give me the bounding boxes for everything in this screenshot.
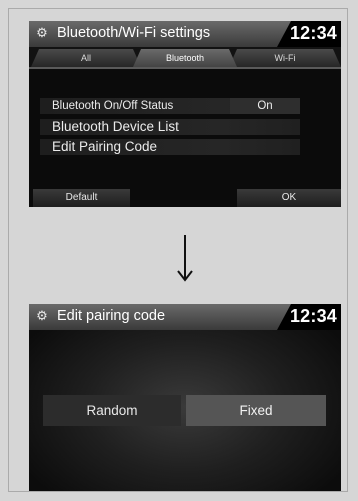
screen-title: Bluetooth/Wi-Fi settings (57, 25, 211, 41)
tab-divider (29, 67, 341, 69)
fixed-option-button[interactable]: Fixed (186, 395, 326, 426)
default-button[interactable]: Default (33, 189, 130, 207)
device-list-label: Bluetooth Device List (52, 119, 179, 134)
tab-all[interactable]: All (31, 49, 141, 67)
bluetooth-status-value: On (230, 98, 300, 114)
bluetooth-status-row[interactable]: Bluetooth On/Off Status On (40, 98, 300, 114)
clock-time: 12:34 (289, 23, 337, 43)
tab-bluetooth[interactable]: Bluetooth (133, 49, 237, 67)
edit-pairing-code-item[interactable]: Edit Pairing Code (40, 139, 300, 155)
bluetooth-wifi-settings-screen: ⚙ Bluetooth/Wi-Fi settings 12:34 All Wi-… (29, 21, 341, 207)
clock: 12:34 (277, 304, 341, 330)
screen-title: Edit pairing code (57, 308, 166, 324)
title-bar: ⚙ Edit pairing code 12:34 (29, 304, 341, 330)
bluetooth-device-list-item[interactable]: Bluetooth Device List (40, 119, 300, 135)
gear-icon: ⚙ (36, 308, 48, 323)
bluetooth-status-label: Bluetooth On/Off Status (52, 100, 174, 112)
tab-bar: All Wi-Fi Bluetooth (29, 47, 341, 67)
down-arrow-icon (177, 235, 193, 282)
clock-time: 12:34 (289, 306, 337, 326)
gear-icon: ⚙ (36, 25, 48, 40)
random-option-button[interactable]: Random (43, 395, 181, 426)
clock: 12:34 (277, 21, 341, 47)
tab-wifi[interactable]: Wi-Fi (229, 49, 341, 67)
edit-pairing-code-screen: ⚙ Edit pairing code 12:34 Random Fixed (29, 304, 341, 491)
edit-pairing-label: Edit Pairing Code (52, 139, 158, 154)
title-bar: ⚙ Bluetooth/Wi-Fi settings 12:34 (29, 21, 341, 47)
ok-button[interactable]: OK (237, 189, 341, 207)
